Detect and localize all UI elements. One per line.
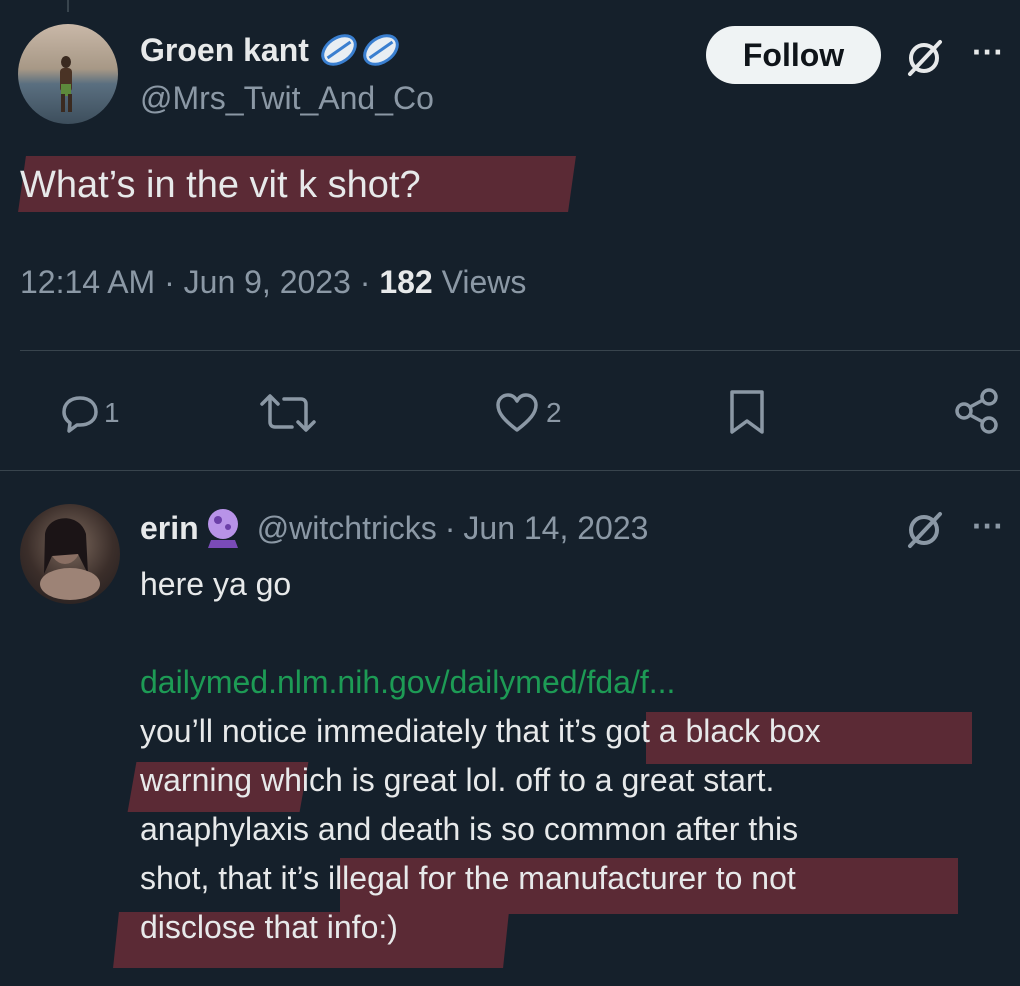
author-name-row: Groen kant: [140, 28, 407, 72]
reply-avatar[interactable]: [20, 504, 120, 604]
reply-line: shot, that it’s illegal for the manufact…: [140, 860, 796, 896]
retweet-icon: [258, 392, 318, 434]
heart-icon: [494, 392, 540, 434]
views-label: Views: [441, 264, 527, 300]
meta-separator: ·: [164, 264, 175, 300]
like-count: 2: [546, 397, 562, 428]
share-icon: [952, 386, 1002, 436]
divider: [20, 350, 1020, 351]
reply-line: here ya go: [140, 566, 292, 602]
tweet-time[interactable]: 12:14 AM: [20, 264, 155, 300]
tweet-date[interactable]: Jun 9, 2023: [184, 264, 351, 300]
tweet-text: What’s in the vit k shot?: [20, 164, 421, 206]
reply-header: erin @witchtricks · Jun 14, 2023: [140, 504, 648, 552]
grok-icon[interactable]: [904, 38, 944, 78]
reply-body: here ya go dailymed.nlm.nih.gov/dailymed…: [140, 560, 1000, 952]
reply-line: disclose that info:): [140, 909, 398, 945]
reply-handle[interactable]: @witchtricks: [257, 510, 437, 547]
crystal-ball-icon: [203, 506, 243, 550]
reply-line: you’ll notice immediately that it’s got …: [140, 713, 821, 749]
like-button[interactable]: 2: [494, 390, 562, 436]
divider: [0, 470, 1020, 471]
reply-button[interactable]: 1: [60, 390, 120, 436]
reply-blank-line: [140, 609, 1000, 658]
meta-separator: ·: [359, 264, 371, 300]
follow-button[interactable]: Follow: [706, 26, 881, 84]
rugby-ball-icon: [317, 30, 407, 70]
thread-line: [67, 0, 69, 12]
author-avatar[interactable]: [18, 24, 118, 124]
retweet-button[interactable]: [258, 392, 318, 439]
reply-line: warning which is great lol. off to a gre…: [140, 762, 775, 798]
reply-date[interactable]: Jun 14, 2023: [463, 510, 648, 547]
reply-line: anaphylaxis and death is so common after…: [140, 811, 799, 847]
reply-count: 1: [104, 397, 120, 428]
more-options-icon[interactable]: ···: [972, 34, 1004, 71]
views-count: 182: [379, 264, 433, 300]
reply-icon: [60, 393, 100, 433]
bookmark-icon: [726, 388, 768, 436]
reply-separator: ·: [444, 509, 456, 546]
reply-grok-icon[interactable]: [904, 510, 944, 550]
reply-link[interactable]: dailymed.nlm.nih.gov/dailymed/fda/f...: [140, 658, 1000, 707]
reply-display-name[interactable]: erin: [140, 510, 199, 547]
bookmark-button[interactable]: [726, 388, 768, 441]
reply-more-options-icon[interactable]: ···: [972, 508, 1004, 545]
tweet-meta: 12:14 AM · Jun 9, 2023 · 182 Views: [20, 264, 526, 301]
author-handle[interactable]: @Mrs_Twit_And_Co: [140, 80, 434, 117]
author-display-name[interactable]: Groen kant: [140, 32, 309, 69]
share-button[interactable]: [952, 386, 1002, 441]
